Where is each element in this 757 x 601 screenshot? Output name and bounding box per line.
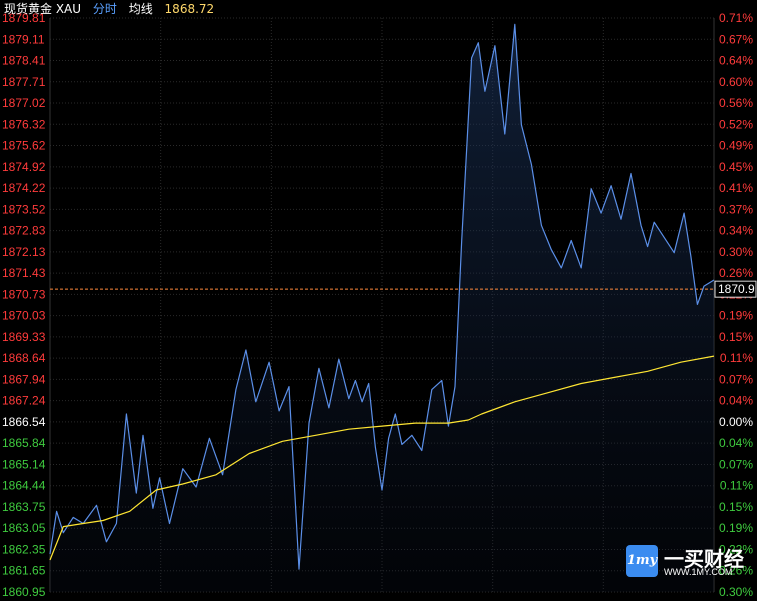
chart-header: 现货黄金 XAU 分时 均线 1868.72	[4, 0, 222, 18]
left-tick-label: 1877.02	[2, 96, 46, 110]
left-tick-label: 1870.03	[2, 309, 46, 323]
left-price-axis: 1879.811879.111878.411877.711877.021876.…	[2, 11, 46, 599]
right-tick-label: 0.30%	[719, 245, 753, 259]
last-price-tag: 1870.9	[714, 280, 757, 298]
left-tick-label: 1861.65	[2, 564, 46, 578]
logo-badge-icon: 1my	[626, 545, 658, 577]
left-tick-label: 1860.95	[2, 585, 46, 599]
intraday-chart[interactable]: 1879.811879.111878.411877.711877.021876.…	[0, 0, 757, 601]
right-tick-label: 0.19%	[719, 309, 753, 323]
right-tick-label: 0.67%	[719, 32, 753, 46]
left-tick-label: 1872.83	[2, 224, 46, 238]
left-tick-label: 1865.14	[2, 457, 46, 471]
right-tick-label: 0.34%	[719, 224, 753, 238]
left-tick-label: 1871.43	[2, 266, 46, 280]
right-tick-label: 0.07%	[719, 372, 753, 386]
watermark-logo: 1my 一买财经 WWW.1MY.COM	[626, 545, 754, 579]
right-tick-label: 0.04%	[719, 394, 753, 408]
left-tick-label: 1874.92	[2, 160, 46, 174]
right-tick-label: 0.52%	[719, 117, 753, 131]
right-tick-label: 0.71%	[719, 11, 753, 25]
right-tick-label: 0.04%	[719, 436, 753, 450]
right-tick-label: 0.11%	[720, 351, 753, 365]
left-tick-label: 1872.13	[2, 245, 46, 259]
average-line-label: 均线	[128, 2, 153, 16]
left-tick-label: 1867.24	[2, 394, 46, 408]
last-price-label: 1870.9	[718, 282, 755, 296]
average-line-value: 1868.72	[164, 2, 215, 16]
mode-tab-intraday[interactable]: 分时	[93, 2, 117, 16]
right-tick-label: 0.64%	[719, 54, 753, 68]
left-tick-label: 1877.71	[2, 75, 46, 89]
right-tick-label: 0.26%	[719, 266, 753, 280]
right-tick-label: 0.49%	[719, 139, 753, 153]
price-area-fill	[50, 24, 714, 592]
left-tick-label: 1873.52	[2, 202, 46, 216]
right-tick-label: 0.15%	[719, 500, 753, 514]
left-tick-label: 1874.22	[2, 181, 46, 195]
left-tick-label: 1869.33	[2, 330, 46, 344]
left-tick-label: 1876.32	[2, 117, 46, 131]
right-tick-label: 0.41%	[719, 181, 753, 195]
left-tick-label: 1862.35	[2, 542, 46, 556]
left-tick-label: 1879.11	[2, 32, 45, 46]
instrument-title: 现货黄金 XAU	[4, 2, 82, 16]
left-tick-label: 1867.94	[2, 372, 46, 386]
right-tick-label: 0.00%	[719, 415, 753, 429]
right-tick-label: 0.15%	[719, 330, 753, 344]
left-tick-label: 1878.41	[2, 54, 46, 68]
right-tick-label: 0.11%	[720, 479, 753, 493]
left-tick-label: 1870.73	[2, 287, 46, 301]
left-tick-label: 1868.64	[2, 351, 46, 365]
logo-url: WWW.1MY.COM	[664, 567, 733, 577]
right-tick-label: 0.19%	[719, 521, 753, 535]
right-tick-label: 0.60%	[719, 75, 753, 89]
left-tick-label: 1863.75	[2, 500, 46, 514]
right-tick-label: 0.30%	[719, 585, 753, 599]
left-tick-label: 1875.62	[2, 139, 46, 153]
left-tick-label: 1866.54	[2, 415, 46, 429]
right-tick-label: 0.56%	[719, 96, 753, 110]
price-area	[50, 24, 714, 592]
right-percent-axis: 0.71% 0.67% 0.64% 0.60% 0.56% 0.52% 0.49% 0.45%…	[719, 11, 753, 599]
right-tick-label: 0.37%	[719, 202, 753, 216]
left-tick-label: 1865.84	[2, 436, 46, 450]
right-tick-label: 0.07%	[719, 457, 753, 471]
left-tick-label: 1864.44	[2, 479, 46, 493]
left-tick-label: 1863.05	[2, 521, 46, 535]
right-tick-label: 0.45%	[719, 160, 753, 174]
